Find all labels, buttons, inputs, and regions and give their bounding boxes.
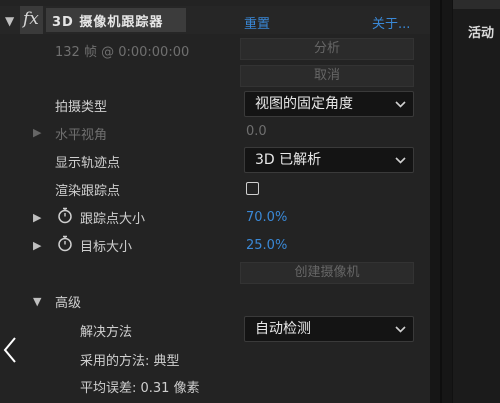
fx-icon: fx bbox=[23, 9, 39, 29]
solve-method-value: 自动检测 bbox=[255, 321, 311, 337]
effect-controls-panel bbox=[0, 0, 430, 403]
average-error-text: 平均误差: 0.31 像素 bbox=[80, 381, 200, 396]
track-point-size-label: 跟踪点大小 bbox=[80, 212, 146, 227]
horizontal-fov-label: 水平视角 bbox=[55, 128, 108, 143]
render-track-points-checkbox[interactable] bbox=[246, 182, 259, 195]
solve-method-dropdown[interactable]: 自动检测 bbox=[244, 316, 414, 342]
target-size-value[interactable]: 25.0% bbox=[246, 238, 287, 253]
shot-type-label: 拍摄类型 bbox=[55, 100, 108, 115]
right-panel-title: 活动 bbox=[468, 26, 495, 41]
panel-splitter[interactable] bbox=[430, 0, 452, 403]
advanced-collapse-icon[interactable]: ▼ bbox=[33, 295, 41, 308]
stopwatch-icon[interactable] bbox=[56, 206, 74, 228]
effect-title: 3D 摄像机跟踪器 bbox=[52, 15, 164, 30]
cancel-button[interactable]: 取消 bbox=[240, 65, 414, 87]
fov-expand-icon[interactable]: ▶ bbox=[33, 126, 41, 139]
frame-info: 132 帧 @ 0:00:00:00 bbox=[55, 45, 190, 60]
chevron-down-icon bbox=[395, 92, 406, 124]
splitter-line bbox=[440, 0, 442, 403]
method-used-text: 采用的方法: 典型 bbox=[80, 354, 180, 369]
advanced-label: 高级 bbox=[55, 296, 82, 311]
show-track-points-value: 3D 已解析 bbox=[255, 152, 322, 168]
right-panel bbox=[452, 0, 500, 403]
horizontal-fov-value: 0.0 bbox=[246, 124, 267, 139]
target-size-expand-icon[interactable]: ▶ bbox=[33, 239, 41, 252]
chevron-down-icon bbox=[395, 148, 406, 180]
target-size-label: 目标大小 bbox=[80, 240, 133, 255]
track-point-size-value[interactable]: 70.0% bbox=[246, 210, 287, 225]
shot-type-dropdown[interactable]: 视图的固定角度 bbox=[244, 91, 414, 117]
reset-link[interactable]: 重置 bbox=[244, 13, 270, 32]
chevron-down-icon bbox=[395, 317, 406, 349]
chevron-left-icon[interactable] bbox=[2, 336, 18, 368]
shot-type-value: 视图的固定角度 bbox=[255, 96, 353, 112]
about-link[interactable]: 关于... bbox=[372, 13, 410, 32]
solve-method-label: 解决方法 bbox=[80, 325, 133, 340]
effect-collapse-arrow[interactable]: ▼ bbox=[5, 14, 14, 28]
right-panel-tab bbox=[453, 0, 500, 9]
render-track-points-label: 渲染跟踪点 bbox=[55, 184, 121, 199]
show-track-points-dropdown[interactable]: 3D 已解析 bbox=[244, 147, 414, 173]
stopwatch-icon[interactable] bbox=[56, 234, 74, 256]
track-point-size-expand-icon[interactable]: ▶ bbox=[33, 211, 41, 224]
show-track-points-label: 显示轨迹点 bbox=[55, 156, 121, 171]
analyze-button[interactable]: 分析 bbox=[240, 38, 414, 60]
create-camera-button[interactable]: 创建摄像机 bbox=[240, 262, 414, 284]
